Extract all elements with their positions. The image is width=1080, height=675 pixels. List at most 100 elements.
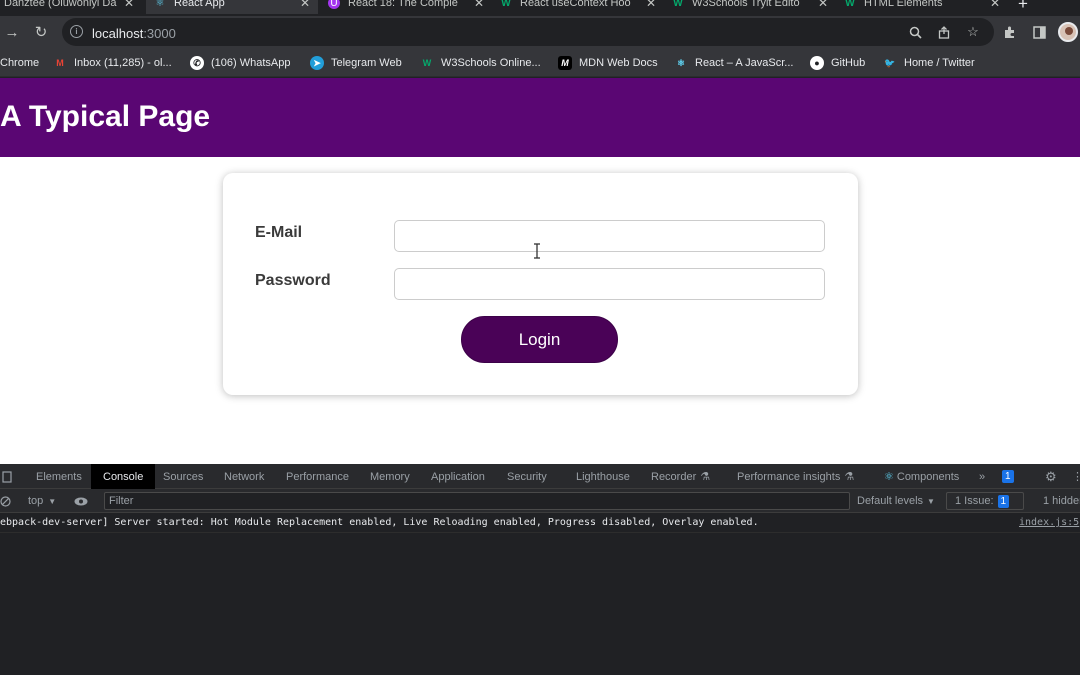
devtools-tab-network[interactable]: Network: [224, 464, 264, 489]
bookmark-item[interactable]: M MDN Web Docs: [558, 55, 658, 71]
close-icon[interactable]: ✕: [646, 0, 656, 10]
close-icon[interactable]: ✕: [124, 0, 134, 10]
devtools-tab-memory[interactable]: Memory: [370, 464, 410, 489]
browser-tab[interactable]: W W3Schools Tryit Edito ✕: [664, 0, 836, 14]
bookmark-label: Chrome: [0, 57, 40, 69]
reload-icon[interactable]: ↻: [32, 23, 50, 41]
password-input[interactable]: [394, 268, 825, 300]
issues-badge: 1: [1002, 470, 1014, 483]
tab-title: React App: [174, 0, 225, 9]
devtools-tab-components[interactable]: ⚛ Components: [884, 464, 959, 489]
close-icon[interactable]: ✕: [474, 0, 484, 10]
dropdown-arrow-icon: ▼: [48, 496, 57, 506]
devtools-tab-security[interactable]: Security: [507, 464, 547, 489]
flask-icon: ⚗: [700, 471, 711, 483]
forward-icon[interactable]: →: [3, 23, 21, 41]
bookmark-item[interactable]: M Inbox (11,285) - ol...: [53, 55, 171, 71]
zoom-icon[interactable]: [907, 24, 923, 40]
devtools-tab-bar: Elements Console Sources Network Perform…: [0, 464, 1080, 489]
mdn-icon: M: [558, 56, 572, 70]
console-filter-bar: top ▼ Filter Default levels ▼ 1 Issue: 1 1 …: [0, 489, 1080, 513]
bookmark-label: Telegram Web: [331, 57, 402, 69]
browser-tab[interactable]: W React useContext Hoo ✕: [492, 0, 664, 14]
console-filter-input[interactable]: Filter: [104, 492, 850, 510]
clear-console-icon[interactable]: [0, 489, 11, 513]
page-title: A Typical Page: [0, 100, 211, 133]
issues-indicator[interactable]: 1: [998, 464, 1014, 489]
side-panel-icon[interactable]: [1030, 23, 1048, 41]
new-tab-icon[interactable]: +: [1018, 0, 1028, 14]
telegram-icon: ➤: [310, 56, 324, 70]
share-icon[interactable]: [936, 24, 952, 40]
address-bar[interactable]: i localhost:3000 ☆: [62, 18, 994, 46]
browser-tab-active[interactable]: ⚛ React App ✕: [146, 0, 318, 14]
issues-count-badge: 1: [997, 494, 1010, 508]
w3schools-icon: W: [673, 0, 683, 9]
login-button[interactable]: Login: [461, 316, 618, 363]
w3schools-icon: W: [501, 0, 511, 9]
email-input[interactable]: [394, 220, 825, 252]
devtools-tab-performance-insights[interactable]: Performance insights ⚗: [737, 464, 854, 489]
context-label: top: [28, 495, 44, 507]
devtools-tab-lighthouse[interactable]: Lighthouse: [576, 464, 630, 489]
tab-title: HTML Elements: [864, 0, 943, 9]
devtools-tab-console[interactable]: Console: [91, 464, 156, 489]
text-cursor-icon: [534, 243, 540, 259]
context-selector[interactable]: top ▼: [28, 489, 56, 513]
password-label: Password: [255, 272, 331, 289]
issues-button[interactable]: 1 Issue: 1: [946, 492, 1024, 510]
log-levels-label: Default levels: [857, 495, 924, 507]
live-expression-eye-icon[interactable]: [74, 489, 88, 513]
email-label: E-Mail: [255, 224, 303, 241]
bookmark-item[interactable]: W W3Schools Online...: [420, 55, 541, 71]
tab-title: React useContext Hoo: [520, 0, 631, 9]
profile-avatar[interactable]: [1058, 22, 1078, 42]
bookmark-label: GitHub: [831, 57, 866, 69]
browser-toolbar: → ↻ i localhost:3000 ☆: [0, 16, 1080, 48]
settings-gear-icon[interactable]: ⚙: [1045, 464, 1057, 489]
console-message: ebpack-dev-server] Server started: Hot M…: [0, 515, 1080, 533]
tab-title: W3Schools Tryit Edito: [692, 0, 800, 9]
more-tabs-icon[interactable]: »: [979, 464, 985, 489]
browser-tab[interactable]: Danztee (Oluwoniyi Da ✕: [0, 0, 142, 14]
page-viewport: A Typical Page E-Mail Password Login: [0, 78, 1080, 464]
w3schools-icon: W: [845, 0, 855, 9]
bookmark-item[interactable]: ⚛ React – A JavaScr...: [674, 55, 794, 71]
react-icon: ⚛: [884, 471, 894, 483]
bookmarks-bar: Chrome M Inbox (11,285) - ol... ✆ (106) …: [0, 48, 1080, 77]
react-icon: ⚛: [155, 0, 165, 9]
star-icon[interactable]: ☆: [965, 24, 981, 40]
devtools-tab-elements[interactable]: Elements: [36, 464, 82, 489]
bookmark-label: React – A JavaScr...: [695, 57, 794, 69]
w3schools-icon: W: [422, 58, 432, 68]
browser-tab[interactable]: W HTML Elements ✕: [836, 0, 1008, 14]
bookmark-label: Home / Twitter: [904, 57, 975, 69]
devtools-tab-label: Components: [896, 470, 960, 483]
console-source-link[interactable]: index.js:5: [1019, 517, 1079, 528]
more-options-icon[interactable]: ⋮: [1072, 464, 1080, 489]
hidden-messages-count: 1 hidden: [1043, 495, 1080, 507]
issues-label: 1 Issue:: [955, 495, 994, 507]
bookmark-item[interactable]: ✆ (106) WhatsApp: [190, 55, 290, 71]
close-icon[interactable]: ✕: [300, 0, 310, 10]
dropdown-arrow-icon: ▼: [927, 496, 935, 506]
close-icon[interactable]: ✕: [818, 0, 828, 10]
bookmark-item[interactable]: 🐦 Home / Twitter: [883, 55, 975, 71]
devtools-tab-performance[interactable]: Performance: [286, 464, 349, 489]
github-icon: ●: [810, 56, 824, 70]
bookmark-item[interactable]: ➤ Telegram Web: [310, 55, 402, 71]
url-port: :3000: [143, 26, 176, 41]
browser-tab[interactable]: U React 18: The Comple ✕: [320, 0, 492, 14]
log-levels-dropdown[interactable]: Default levels ▼: [857, 489, 935, 513]
bookmark-item[interactable]: ● GitHub: [810, 55, 865, 71]
devtools-tab-recorder[interactable]: Recorder ⚗: [651, 464, 710, 489]
devtools-tab-sources[interactable]: Sources: [163, 464, 203, 489]
info-icon[interactable]: i: [70, 25, 83, 38]
extensions-icon[interactable]: [1001, 23, 1019, 41]
bookmark-item[interactable]: Chrome: [0, 55, 39, 71]
url-text[interactable]: localhost:3000: [92, 26, 176, 41]
devtools-tab-application[interactable]: Application: [431, 464, 485, 489]
device-toolbar-icon[interactable]: [2, 464, 12, 489]
close-icon[interactable]: ✕: [990, 0, 1000, 10]
react-icon: ⚛: [676, 57, 686, 68]
